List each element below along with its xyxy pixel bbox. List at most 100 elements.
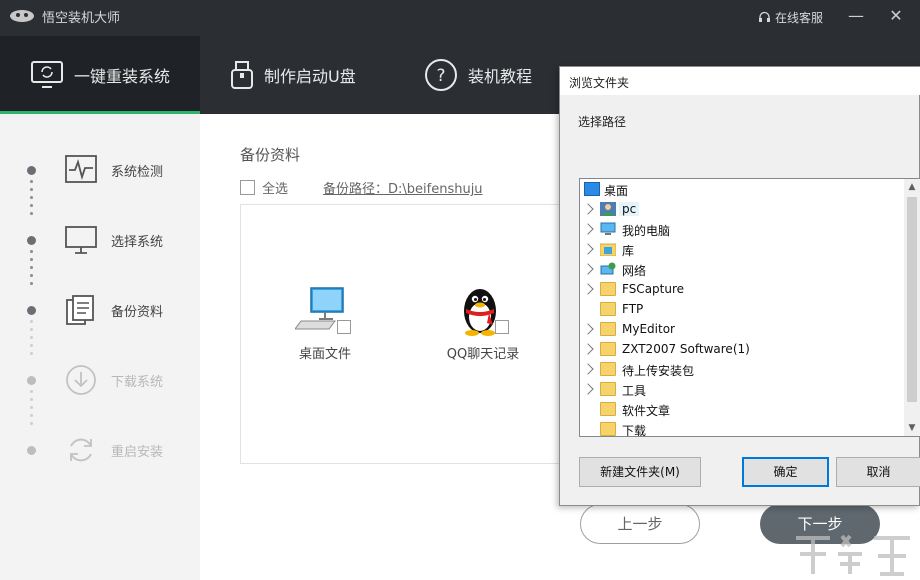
tree-item-my-computer[interactable]: 我的电脑 [580,219,905,239]
usb-drive-icon [230,60,254,90]
select-all-checkbox[interactable]: 全选 [240,178,288,197]
backup-item-label: 桌面文件 [270,343,380,362]
folder-icon [600,342,616,356]
tree-item-label: 我的电脑 [622,222,670,239]
watermark-logo-icon [790,528,920,580]
tab-make-usb[interactable]: 制作启动U盘 [230,36,356,114]
app-logo-icon [8,6,36,24]
tab-tutorial-label: 装机教程 [468,63,532,87]
tree-item-folder[interactable]: MyEditor [580,319,905,339]
step-dot [27,376,36,385]
tree-item-desktop[interactable]: 桌面 [580,179,905,199]
tree-item-pc[interactable]: pc [580,199,905,219]
backup-item-desktop[interactable]: 桌面文件 [270,285,380,362]
online-support-label: 在线客服 [775,9,823,26]
tree-scrollbar[interactable]: ▲ ▼ [904,179,920,436]
online-support-link[interactable]: 在线客服 [758,9,823,26]
tree-item-folder[interactable]: 下载 [580,419,905,437]
step-restart-install: 重启安装 [0,430,200,470]
previous-step-button[interactable]: 上一步 [580,504,700,544]
tree-item-label: 待上传安装包 [622,362,694,379]
tree-item-folder[interactable]: ZXT2007 Software(1) [580,339,905,359]
scroll-down-arrow-icon[interactable]: ▼ [904,420,920,436]
expand-chevron-icon[interactable] [582,363,593,374]
help-circle-icon: ? [424,58,458,92]
dialog-title: 浏览文件夹 [569,74,629,91]
minimize-button[interactable]: — [846,6,866,26]
scroll-up-arrow-icon[interactable]: ▲ [904,179,920,195]
expand-chevron-icon[interactable] [582,203,593,214]
step-label: 备份资料 [111,301,163,320]
step-sidebar: 系统检测 选择系统 备份资料 下载系统 重启安装 [0,114,200,580]
ok-button[interactable]: 确定 [742,457,829,487]
step-label: 选择系统 [111,231,163,250]
tree-item-label: 桌面 [604,182,628,199]
step-connector [30,320,33,360]
qq-item-checkbox[interactable] [495,320,509,334]
folder-icon [600,422,616,436]
tree-item-folder[interactable]: 工具 [580,379,905,399]
tab-reinstall-label: 一键重装系统 [74,63,170,87]
expand-chevron-icon[interactable] [582,343,593,354]
user-icon [600,202,616,216]
tree-item-folder[interactable]: FTP [580,299,905,319]
tree-item-folder[interactable]: FSCapture [580,279,905,299]
tree-item-network[interactable]: 网络 [580,259,905,279]
expand-chevron-icon[interactable] [582,263,593,274]
step-dot [27,446,36,455]
expand-chevron-icon[interactable] [582,243,593,254]
expand-chevron-icon[interactable] [582,323,593,334]
step-label: 系统检测 [111,161,163,180]
svg-text:?: ? [436,66,445,86]
backup-item-qq[interactable]: QQ聊天记录 [428,285,538,362]
folder-icon [600,302,616,316]
tree-item-library[interactable]: 库 [580,239,905,259]
folder-icon [600,362,616,376]
tree-item-label: pc [619,202,639,216]
network-icon [600,262,616,276]
backup-path-link[interactable]: 备份路径：D:\beifenshuju [323,178,483,197]
step-connector [30,390,33,430]
tree-item-folder[interactable]: 待上传安装包 [580,359,905,379]
new-folder-button[interactable]: 新建文件夹(M) [579,457,701,487]
tree-item-label: 工具 [622,382,646,399]
desktop-item-icon-wrap [295,285,355,337]
pulse-monitor-icon [64,153,98,187]
folder-tree[interactable]: 桌面 pc 我的电脑 库 网络 [579,178,920,437]
library-icon [600,242,616,256]
checkbox-box[interactable] [240,180,255,195]
desktop-item-checkbox[interactable] [337,320,351,334]
close-button[interactable]: ✕ [886,6,906,26]
tree-item-label: FTP [622,302,643,316]
monitor-refresh-icon [30,60,64,90]
step-connector [30,180,33,220]
select-all-label: 全选 [262,178,288,197]
tab-tutorial[interactable]: ? 装机教程 [424,36,532,114]
tree-item-label: 网络 [622,262,646,279]
dialog-title-bar[interactable]: 浏览文件夹 [560,67,920,95]
step-dot [27,236,36,245]
computer-icon [600,222,616,236]
app-title: 悟空装机大师 [42,7,120,26]
step-dot [27,306,36,315]
tree-item-label: 下载 [622,422,646,437]
step-label: 重启安装 [111,441,163,460]
expand-chevron-icon[interactable] [582,383,593,394]
browse-folder-dialog: 浏览文件夹 选择路径 桌面 pc 我的电脑 库 [559,66,920,506]
title-bar: 悟空装机大师 在线客服 — ✕ [0,0,920,36]
tree-item-folder[interactable]: 软件文章 [580,399,905,419]
expand-chevron-icon[interactable] [582,223,593,234]
section-title: 备份资料 [240,144,300,165]
backup-item-label: QQ聊天记录 [428,343,538,362]
monitor-icon [64,223,98,257]
folder-icon [600,402,616,416]
tree-item-label: FSCapture [622,282,684,296]
tree-item-label: 软件文章 [622,402,670,419]
expand-chevron-icon[interactable] [582,283,593,294]
qq-item-icon-wrap [453,285,513,337]
tab-reinstall-system[interactable]: 一键重装系统 [0,36,200,114]
scroll-thumb[interactable] [907,197,917,402]
step-connector [30,250,33,290]
cancel-button[interactable]: 取消 [836,457,920,487]
folder-icon [600,322,616,336]
